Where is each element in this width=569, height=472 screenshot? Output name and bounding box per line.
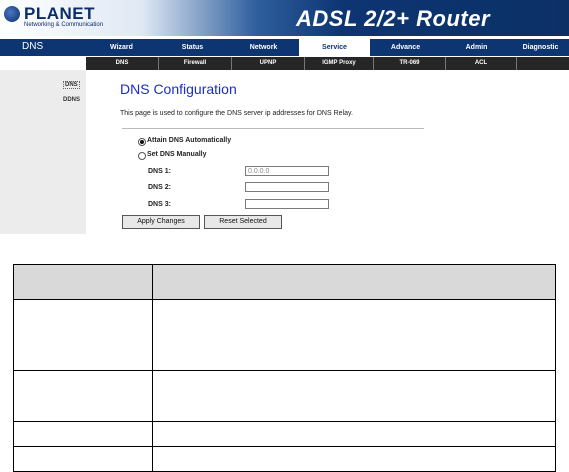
router-screenshot: PLANET Networking & Communication ADSL 2… [0,0,569,234]
subtab-upnp[interactable]: UPNP [232,57,305,70]
radio-set-dns-manual-label: Set DNS Manually [147,151,207,158]
tab-status[interactable]: Status [157,39,228,56]
apply-changes-button[interactable]: Apply Changes [122,215,200,229]
table-header-row [13,264,557,300]
table-cell [151,299,557,371]
tab-admin[interactable]: Admin [441,39,512,56]
dns3-label: DNS 3: [148,201,171,208]
dns3-field[interactable] [245,199,329,209]
product-title: ADSL 2/2+ Router [296,6,491,31]
table-cell [151,446,557,472]
table-cell [13,370,153,422]
brand-name: PLANET [24,4,95,23]
brand-tagline: Networking & Communication [24,22,104,28]
table-cell [151,421,557,447]
description-table [13,264,557,472]
sidebar-item-ddns[interactable]: DDNS [63,97,80,103]
tab-wizard[interactable]: Wizard [86,39,157,56]
tab-network[interactable]: Network [228,39,299,56]
planet-logo-icon [4,6,20,22]
page-title: DNS Configuration [120,81,237,97]
table-cell [13,299,153,371]
subtab-tr069[interactable]: TR-069 [374,57,446,70]
radio-attain-dns-auto[interactable] [138,138,146,146]
tab-service[interactable]: Service [299,39,370,56]
radio-attain-dns-auto-label: Attain DNS Automatically [147,137,232,144]
tab-advance[interactable]: Advance [370,39,441,56]
table-row [13,421,557,447]
dns2-field[interactable] [245,182,329,192]
tab-diagnostic[interactable]: Diagnostic [512,39,569,56]
sidebar [0,70,86,234]
subtab-igmp-proxy[interactable]: IGMP Proxy [305,57,374,70]
subtab-firewall[interactable]: Firewall [159,57,232,70]
current-section-label: DNS [22,41,44,52]
dns1-field[interactable] [245,166,329,176]
page-description: This page is used to configure the DNS s… [120,110,353,117]
table-row [13,446,557,472]
table-row [13,370,557,422]
table-cell [151,370,557,422]
table-cell [13,421,153,447]
subtab-dns[interactable]: DNS [86,57,159,70]
table-header-cell [151,264,557,300]
planet-logo: PLANET Networking & Communication [4,4,103,30]
reset-selected-button[interactable]: Reset Selected [204,215,282,229]
table-header-cell [13,264,153,300]
subtab-acl[interactable]: ACL [446,57,517,70]
dns1-label: DNS 1: [148,168,171,175]
sidebar-item-dns[interactable]: DNS [63,81,80,89]
header-banner: PLANET Networking & Communication ADSL 2… [0,0,569,36]
current-section: DNS [0,39,86,56]
table-cell [13,446,153,472]
radio-set-dns-manual[interactable] [138,152,146,160]
dns2-label: DNS 2: [148,184,171,191]
table-row [13,299,557,371]
divider [122,128,424,129]
